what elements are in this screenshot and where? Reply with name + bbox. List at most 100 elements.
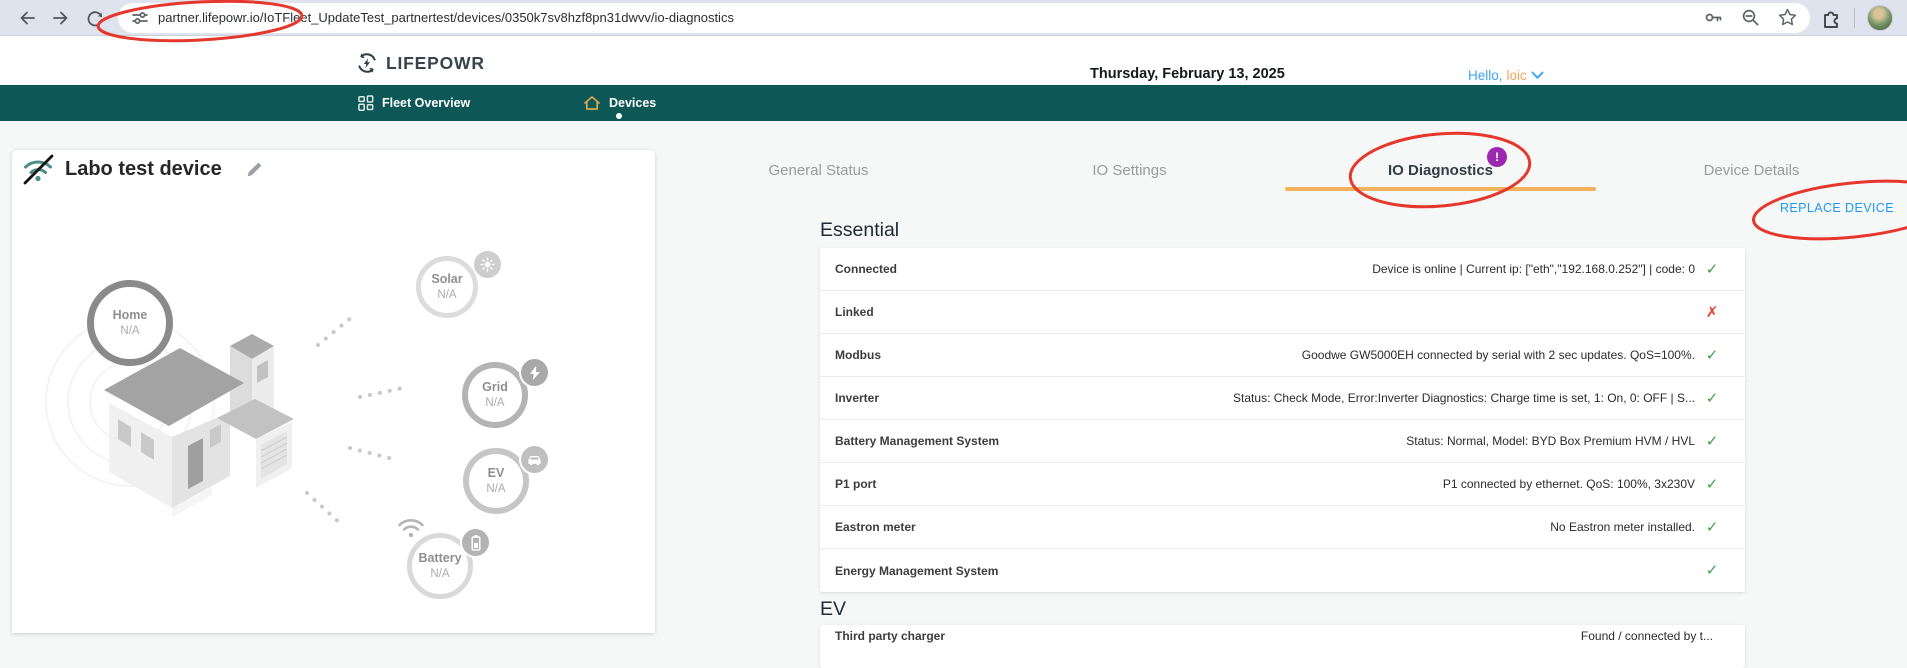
alert-badge: ! — [1487, 147, 1507, 167]
browser-toolbar: partner.lifepowr.io/IoTFleet_UpdateTest_… — [0, 0, 1907, 36]
section-title-ev: EV — [820, 598, 846, 621]
diag-row-inverter: Inverter Status: Check Mode, Error:Inver… — [820, 377, 1745, 420]
diag-label: Energy Management System — [835, 564, 998, 578]
url-bar[interactable]: partner.lifepowr.io/IoTFleet_UpdateTest_… — [118, 3, 1810, 33]
status-check-icon: ✓ — [1703, 262, 1721, 277]
node-ev: EV N/A — [463, 448, 529, 514]
tab-general-status[interactable]: General Status — [663, 150, 974, 192]
grid-badge — [521, 359, 548, 386]
zoom-out-icon[interactable] — [1740, 7, 1761, 28]
passwords-key-icon[interactable] — [1703, 7, 1724, 28]
node-value: N/A — [120, 324, 139, 338]
profile-avatar[interactable] — [1867, 5, 1893, 31]
diag-label: Linked — [835, 305, 874, 319]
node-value: N/A — [430, 567, 449, 581]
lifepowr-logo-icon — [355, 51, 379, 75]
tab-io-settings[interactable]: IO Settings — [974, 150, 1285, 192]
chevron-down-icon — [1531, 71, 1544, 80]
bolt-icon — [528, 365, 542, 381]
node-solar: Solar N/A — [416, 256, 478, 318]
diag-row-ev-charger: Third party charger Found / connected by… — [820, 625, 1745, 668]
reload-button[interactable] — [78, 3, 112, 33]
diag-label: Eastron meter — [835, 520, 916, 534]
diag-value: Found / connected by t... — [1581, 629, 1721, 643]
tab-io-diagnostics[interactable]: IO Diagnostics — [1285, 150, 1596, 192]
diag-row-p1-port: P1 port P1 connected by ethernet. QoS: 1… — [820, 463, 1745, 506]
node-label: Battery — [418, 551, 461, 567]
diag-row-eastron-meter: Eastron meter No Eastron meter installed… — [820, 506, 1745, 549]
active-nav-indicator — [616, 113, 622, 119]
essential-diagnostics-table: Connected Device is online | Current ip:… — [820, 248, 1745, 592]
diag-row-bms: Battery Management System Status: Normal… — [820, 420, 1745, 463]
username-text: loic — [1507, 68, 1527, 83]
diag-row-connected: Connected Device is online | Current ip:… — [820, 248, 1745, 291]
nav-label: Devices — [609, 96, 656, 110]
toolbar-divider — [1854, 8, 1855, 28]
house-icon — [583, 95, 601, 111]
battery-icon — [469, 534, 483, 552]
ev-diagnostics-table: Third party charger Found / connected by… — [820, 625, 1745, 668]
forward-button[interactable] — [44, 3, 78, 33]
date-label: Thursday, February 13, 2025 — [1090, 66, 1285, 82]
active-tab-underline — [1285, 187, 1596, 191]
status-check-icon: ✓ — [1703, 520, 1721, 535]
sun-icon — [480, 257, 495, 272]
back-button[interactable] — [10, 3, 44, 33]
nav-label: Fleet Overview — [382, 96, 470, 110]
nav-item-fleet-overview[interactable]: Fleet Overview — [358, 85, 470, 121]
status-check-icon: ✓ — [1703, 563, 1721, 578]
car-icon — [526, 452, 543, 467]
status-check-icon: ✓ — [1703, 434, 1721, 449]
user-menu[interactable]: Hello, loic — [1468, 68, 1544, 83]
node-label: Grid — [482, 380, 508, 396]
diag-value: Status: Check Mode, Error:Inverter Diagn… — [1233, 391, 1703, 405]
diag-value: Device is online | Current ip: ["eth","1… — [1372, 262, 1703, 276]
node-value: N/A — [486, 482, 505, 496]
main-navbar: Fleet Overview Devices — [0, 85, 1907, 121]
node-grid: Grid N/A — [462, 362, 528, 428]
connector-battery — [307, 493, 342, 525]
section-title-essential: Essential — [820, 219, 899, 242]
connector-solar — [318, 317, 352, 345]
brand-name: LIFEPOWR — [386, 53, 485, 74]
battery-badge — [462, 529, 489, 556]
diag-label: Inverter — [835, 391, 879, 405]
diag-row-ems: Energy Management System ✓ — [820, 549, 1745, 592]
back-arrow-icon — [17, 8, 37, 28]
url-text[interactable]: partner.lifepowr.io/IoTFleet_UpdateTest_… — [158, 10, 734, 25]
wifi-icon — [395, 516, 427, 540]
house-illustration — [12, 150, 655, 633]
replace-device-button[interactable]: REPLACE DEVICE — [1780, 201, 1894, 215]
node-value: N/A — [437, 288, 456, 302]
tab-bar: General Status IO Settings IO Diagnostic… — [663, 150, 1907, 192]
solar-badge — [474, 251, 501, 278]
site-settings-icon[interactable] — [130, 8, 150, 28]
bookmark-star-icon[interactable] — [1777, 7, 1798, 28]
greeting-text: Hello, — [1468, 68, 1503, 83]
connector-ev — [350, 448, 397, 460]
diag-label: Battery Management System — [835, 434, 999, 448]
node-value: N/A — [485, 396, 504, 410]
status-cross-icon: ✗ — [1703, 305, 1721, 320]
node-label: Solar — [431, 272, 462, 288]
tab-device-details[interactable]: Device Details — [1596, 150, 1907, 192]
status-check-icon: ✓ — [1703, 348, 1721, 363]
diag-value: Status: Normal, Model: BYD Box Premium H… — [1406, 434, 1703, 448]
status-check-icon: ✓ — [1703, 477, 1721, 492]
app-header — [0, 36, 1907, 85]
reload-icon — [85, 8, 105, 28]
diag-value: Goodwe GW5000EH connected by serial with… — [1302, 348, 1703, 362]
diag-value: No Eastron meter installed. — [1550, 520, 1703, 534]
diag-label: P1 port — [835, 477, 876, 491]
brand-logo[interactable]: LIFEPOWR — [355, 51, 485, 75]
node-home: Home N/A — [87, 280, 173, 366]
diag-row-modbus: Modbus Goodwe GW5000EH connected by seri… — [820, 334, 1745, 377]
forward-arrow-icon — [51, 8, 71, 28]
diag-value: P1 connected by ethernet. QoS: 100%, 3x2… — [1443, 477, 1703, 491]
node-label: EV — [488, 466, 505, 482]
status-check-icon: ✓ — [1703, 391, 1721, 406]
extensions-icon[interactable] — [1820, 7, 1842, 29]
diag-row-linked: Linked ✗ — [820, 291, 1745, 334]
connector-grid — [360, 388, 403, 397]
diag-label: Modbus — [835, 348, 881, 362]
